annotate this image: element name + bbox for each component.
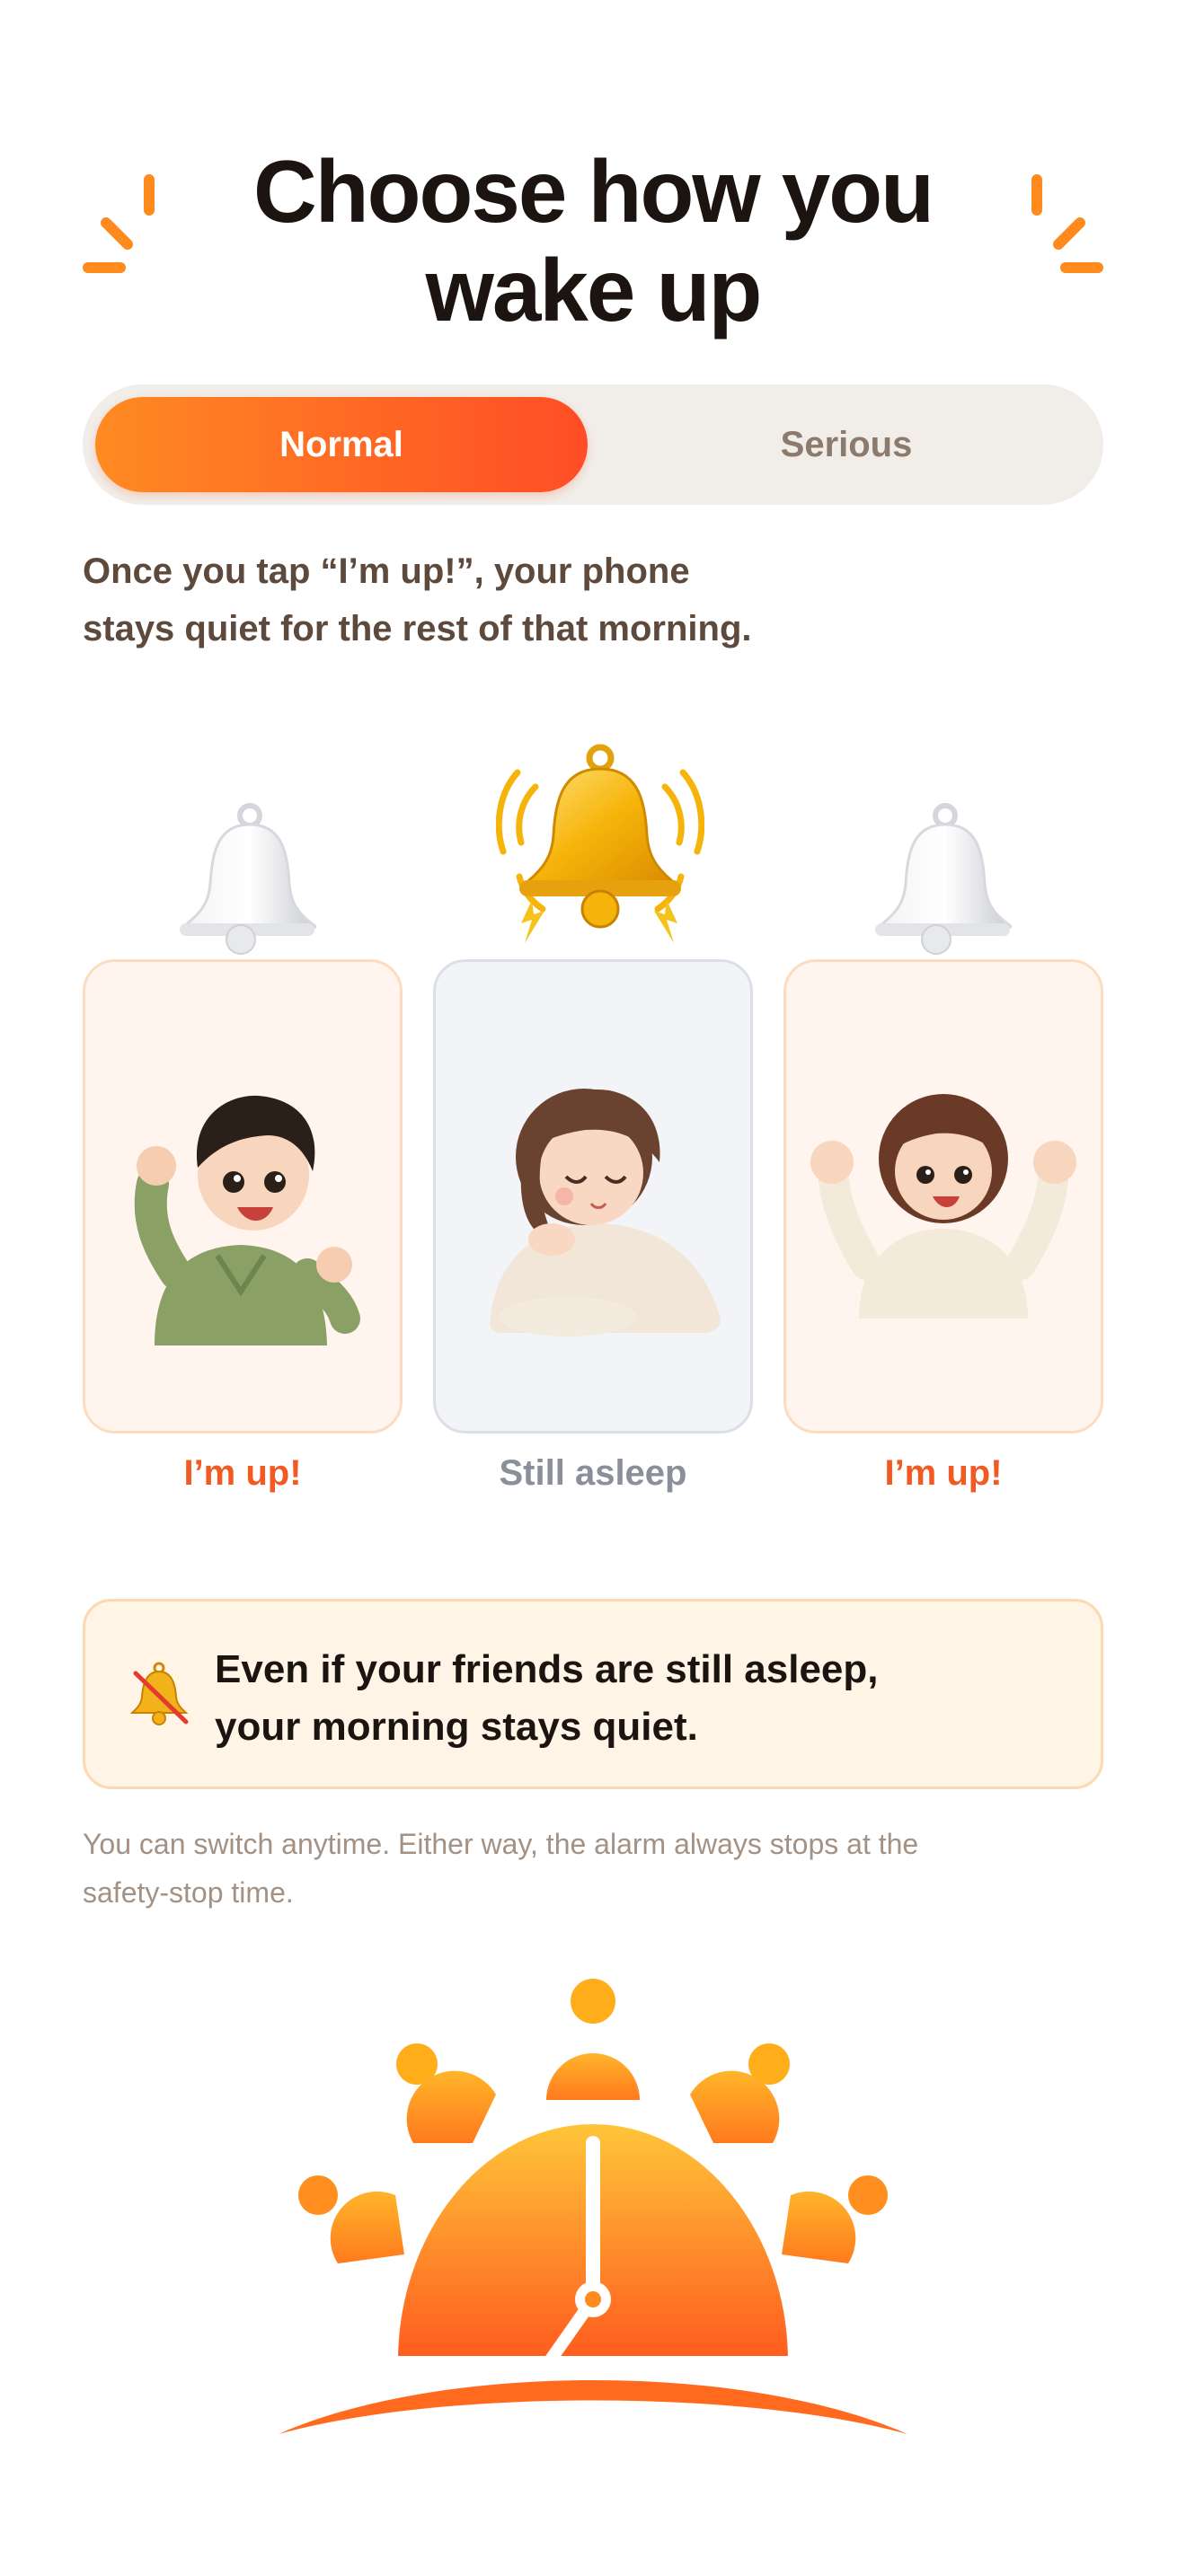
description-line-1: Once you tap “I’m up!”, your phone — [83, 551, 690, 591]
callout-line-1: Even if your friends are still asleep, — [215, 1647, 879, 1691]
sleeping-girl-illustration — [490, 1089, 721, 1337]
card-label-awake: I’m up! — [884, 1453, 1003, 1493]
mode-toggle: Normal Serious — [83, 384, 1103, 505]
sun-clock-illustration — [279, 1979, 907, 2434]
title-line-2: wake up — [425, 241, 763, 340]
callout-line-2: your morning stays quiet. — [215, 1705, 698, 1749]
silent-bell-icon — [179, 803, 316, 955]
tab-serious[interactable]: Serious — [602, 397, 1091, 492]
safety-stop-note: You can switch anytime. Either way, the … — [83, 1820, 1107, 1917]
note-line-1: You can switch anytime. Either way, the … — [83, 1828, 919, 1860]
description-line-2: stays quiet for the rest of that morning… — [83, 609, 752, 648]
card-label-awake: I’m up! — [183, 1453, 302, 1493]
friend-card-asleep-girl — [433, 959, 753, 1434]
quiet-morning-callout: Even if your friends are still asleep, y… — [83, 1599, 1103, 1789]
tab-normal[interactable]: Normal — [95, 397, 588, 492]
boy-cheering-illustration — [134, 1095, 360, 1345]
mode-description: Once you tap “I’m up!”, your phone stays… — [83, 543, 981, 657]
title-line-1: Choose how you — [253, 142, 934, 241]
card-label-asleep: Still asleep — [499, 1453, 687, 1493]
girl-waving-illustration — [810, 1094, 1076, 1319]
muted-bell-icon — [130, 1662, 189, 1725]
ringing-bell-icon — [496, 744, 704, 943]
silent-bell-icon — [874, 803, 1012, 955]
note-line-2: safety-stop time. — [83, 1876, 294, 1909]
friend-card-awake-girl — [783, 959, 1103, 1434]
page-title: Choose how you wake up — [0, 142, 1186, 340]
friend-card-awake-boy — [83, 959, 403, 1434]
